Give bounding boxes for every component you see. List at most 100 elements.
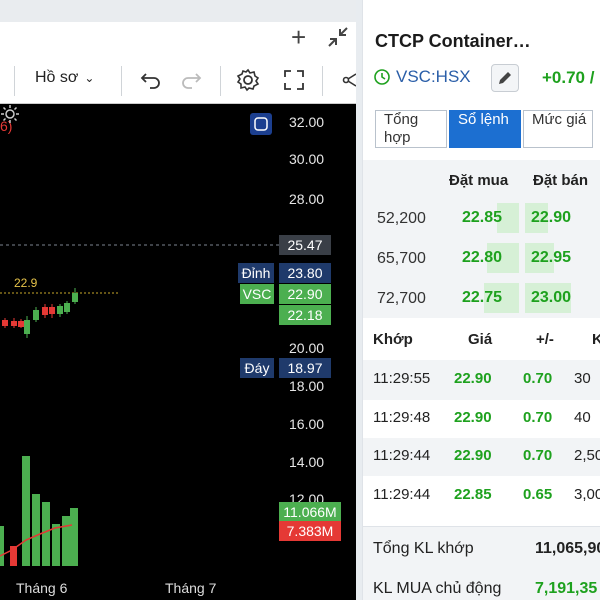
candle	[64, 303, 70, 312]
bid-cell: 22.80	[455, 243, 519, 273]
toolbar-divider	[121, 66, 122, 96]
trade-volume: 3,00	[574, 486, 600, 503]
last-price-tag: 25.47	[279, 235, 331, 255]
trade-time: 11:29:55	[373, 370, 431, 387]
ask-price: 22.95	[531, 249, 572, 266]
app-root: + Hồ sơ ⌄ 6) 22.9 32.00 30.00 28.00 20.0…	[0, 0, 600, 600]
redo-icon[interactable]	[180, 67, 206, 93]
active-buy-label: KL MUA chủ động	[373, 580, 502, 597]
active-buy-value: 7,191,35	[535, 580, 598, 597]
add-tab-icon[interactable]: +	[291, 22, 306, 52]
price-tick: 16.00	[289, 416, 325, 432]
ask-cell: 23.00	[525, 283, 583, 313]
trade-change: 0.70	[523, 370, 553, 387]
toolbar-divider	[322, 66, 323, 96]
order-book-row[interactable]: 52,200 22.85 22.90	[363, 199, 600, 239]
price-change: +0.70 /	[542, 68, 595, 87]
candle	[57, 306, 63, 314]
symbol-price: 22.90	[279, 284, 331, 304]
price-tick: 32.00	[289, 114, 325, 130]
symbol-label: VSC	[240, 284, 274, 304]
candle	[72, 293, 78, 302]
month-label: Tháng 6	[16, 580, 68, 596]
peak-value: 23.80	[279, 263, 331, 283]
volume-bar	[42, 502, 50, 566]
trade-change: 0.65	[523, 486, 553, 503]
price-tick: 20.00	[289, 340, 325, 356]
symbol-row: VSC:HSX	[373, 64, 471, 90]
price-chart[interactable]: 6) 22.9 32.00 30.00 28.00 20.00 18.00 16…	[0, 104, 356, 600]
candle	[2, 320, 8, 326]
volume-bar	[0, 526, 4, 566]
trade-volume: 30	[574, 370, 591, 387]
ask-price: 23.00	[531, 289, 572, 306]
trade-time-header: Khớp	[373, 331, 413, 348]
volume-bar	[22, 456, 30, 566]
peak-label: Đỉnh	[238, 263, 274, 283]
quote-panel: CTCP Container… VSC:HSX +0.70 / Tổng hợp…	[362, 0, 600, 600]
bid-price: 22.85	[462, 209, 503, 226]
trade-volume-header: K	[592, 331, 600, 348]
trade-change: 0.70	[523, 447, 553, 464]
ask-header: Đặt bán	[533, 172, 589, 189]
trough-value: 18.97	[279, 358, 331, 378]
bid-cell: 22.85	[455, 203, 519, 233]
trade-time: 11:29:44	[373, 447, 431, 464]
candle	[42, 307, 48, 315]
trade-row[interactable]: 11:29:44 22.85 0.65 3,00	[363, 476, 600, 514]
volume-bar	[62, 516, 70, 566]
trade-row[interactable]: 11:29:48 22.90 0.70 40	[363, 399, 600, 437]
sun-settings-icon[interactable]	[0, 104, 20, 124]
price-annotation: 22.9	[14, 276, 38, 290]
candle	[49, 307, 55, 314]
ask-cell: 22.90	[525, 203, 583, 233]
trade-price: 22.90	[454, 409, 492, 426]
candle	[33, 310, 39, 320]
volume-bar	[52, 524, 60, 566]
undo-icon[interactable]	[136, 67, 162, 93]
chart-tab-bar: +	[0, 0, 356, 58]
candle	[18, 321, 24, 327]
price-tick: 28.00	[289, 191, 325, 207]
volume-bar	[32, 494, 40, 566]
trade-volume: 40	[574, 409, 591, 426]
clock-icon	[374, 69, 390, 85]
tab-price-levels[interactable]: Mức giá	[523, 110, 593, 148]
total-volume-value: 11,065,90	[535, 540, 600, 557]
price-tick: 14.00	[289, 454, 325, 470]
trade-change-header: +/-	[536, 331, 554, 348]
bid-cell: 22.75	[455, 283, 519, 313]
trade-row[interactable]: 11:29:55 22.90 0.70 30	[363, 360, 600, 398]
trade-row[interactable]: 11:29:44 22.90 0.70 2,50	[363, 437, 600, 475]
chevron-down-icon: ⌄	[84, 71, 95, 85]
profile-dropdown[interactable]: Hồ sơ ⌄	[35, 69, 94, 87]
trade-time: 11:29:48	[373, 409, 431, 426]
order-volume: 65,700	[377, 250, 426, 267]
view-tabs: Tổng hợp Sổ lệnh Mức giá	[375, 110, 595, 148]
ask-price: 22.90	[531, 209, 572, 226]
tab-order-book[interactable]: Sổ lệnh	[449, 110, 521, 148]
profile-label: Hồ sơ	[35, 69, 79, 86]
pencil-icon	[499, 72, 511, 84]
candle	[24, 320, 30, 334]
trade-time: 11:29:44	[373, 486, 431, 503]
order-book-row[interactable]: 72,700 22.75 23.00	[363, 279, 600, 319]
bid-header: Đặt mua	[449, 172, 509, 189]
gear-icon[interactable]	[235, 67, 261, 93]
tab-summary[interactable]: Tổng hợp	[375, 110, 447, 148]
trade-price: 22.85	[454, 486, 492, 503]
chart-toolbar: Hồ sơ ⌄	[0, 58, 357, 104]
trade-volume: 2,50	[574, 447, 600, 464]
indicator-toggle-icon[interactable]	[250, 113, 272, 135]
symbol-code[interactable]: VSC:HSX	[396, 67, 471, 87]
collapse-icon[interactable]	[327, 26, 349, 48]
edit-button[interactable]	[491, 64, 519, 92]
ask-cell: 22.95	[525, 243, 583, 273]
order-book-row[interactable]: 65,700 22.80 22.95	[363, 239, 600, 279]
volume-bar	[70, 508, 78, 566]
candles	[2, 288, 78, 338]
trade-price: 22.90	[454, 447, 492, 464]
fullscreen-icon[interactable]	[281, 67, 307, 93]
bid-price: 22.80	[462, 249, 503, 266]
order-volume: 52,200	[377, 210, 426, 227]
